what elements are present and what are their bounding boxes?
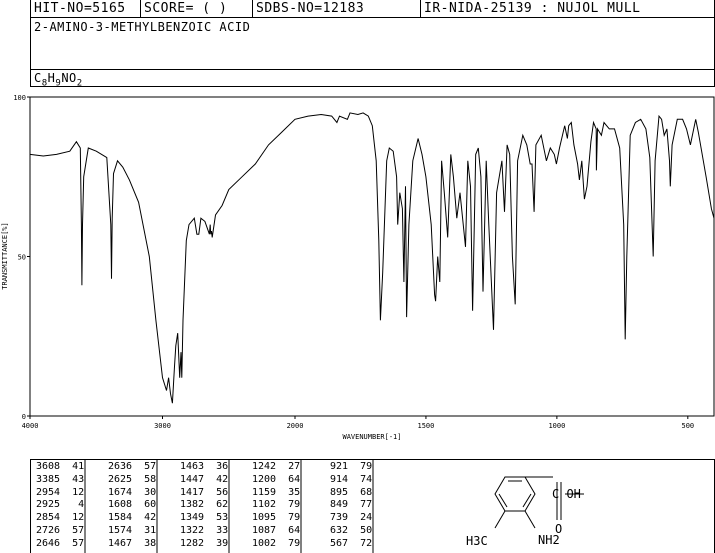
- peak-entry: 1282 39: [180, 537, 229, 549]
- ir-spectrum-chart: 0 50 100 4000 3000 2000 1500 1000 500 WAVENUMBE…: [1, 94, 715, 441]
- y-tick-label: 100: [13, 94, 26, 102]
- peak-entry: 567 72: [324, 537, 373, 549]
- peak-entry: 1349 53: [180, 512, 229, 524]
- peak-entry: 3385 43: [36, 473, 85, 485]
- peak-entry: 2636 57: [108, 461, 157, 472]
- peak-entry: 1002 79: [252, 537, 301, 549]
- peak-entry: 1322 33: [180, 525, 229, 536]
- peak-entry: 921 79: [324, 461, 373, 472]
- peak-entry: 1447 42: [180, 473, 229, 485]
- peak-entry: 3608 41: [36, 461, 85, 472]
- peak-entry: 1087 64: [252, 525, 301, 536]
- peak-entry: 914 74: [324, 473, 373, 485]
- peak-entry: 1200 64: [252, 473, 301, 485]
- peak-entry: 1584 42: [108, 512, 157, 524]
- x-tick-label: 1000: [548, 422, 565, 430]
- y-axis-label: TRANSMITTANCE[%]: [1, 222, 9, 289]
- peak-entry: 2726 57: [36, 525, 85, 536]
- peak-entry: 1102 79: [252, 499, 301, 511]
- peak-entry: 1095 79: [252, 512, 301, 524]
- x-tick-label: 1500: [418, 422, 435, 430]
- x-tick-label: 500: [681, 422, 694, 430]
- x-tick-label: 2000: [287, 422, 304, 430]
- peak-entry: 739 24: [324, 512, 373, 524]
- peak-entry: 1159 35: [252, 486, 301, 498]
- y-tick-label: 50: [18, 254, 26, 262]
- spectrum-line: [29, 112, 715, 404]
- peak-entry: 1574 31: [108, 525, 157, 536]
- peak-entry: 632 50: [324, 525, 373, 536]
- peak-entry: 1417 56: [180, 486, 229, 498]
- peak-entry: 2954 12: [36, 486, 85, 498]
- peak-entry: 2646 57: [36, 537, 85, 549]
- x-axis-label: WAVENUMBER[-1]: [342, 433, 401, 441]
- y-tick-label: 0: [22, 413, 26, 421]
- peak-entry: 2625 58: [108, 473, 157, 485]
- x-tick-label: 4000: [22, 422, 39, 430]
- peak-entry: 1463 36: [180, 461, 229, 472]
- peak-entry: 2925 4: [36, 499, 85, 511]
- peak-entry: 1242 27: [252, 461, 301, 472]
- plot-frame: [29, 96, 715, 417]
- peak-entry: 2854 12: [36, 512, 85, 524]
- peak-entry: 1674 30: [108, 486, 157, 498]
- peak-entry: 849 77: [324, 499, 373, 511]
- peak-entry: 1608 60: [108, 499, 157, 511]
- peak-entry: 1382 62: [180, 499, 229, 511]
- peak-entry: 1467 38: [108, 537, 157, 549]
- x-tick-label: 3000: [154, 422, 171, 430]
- peak-entry: 895 68: [324, 486, 373, 498]
